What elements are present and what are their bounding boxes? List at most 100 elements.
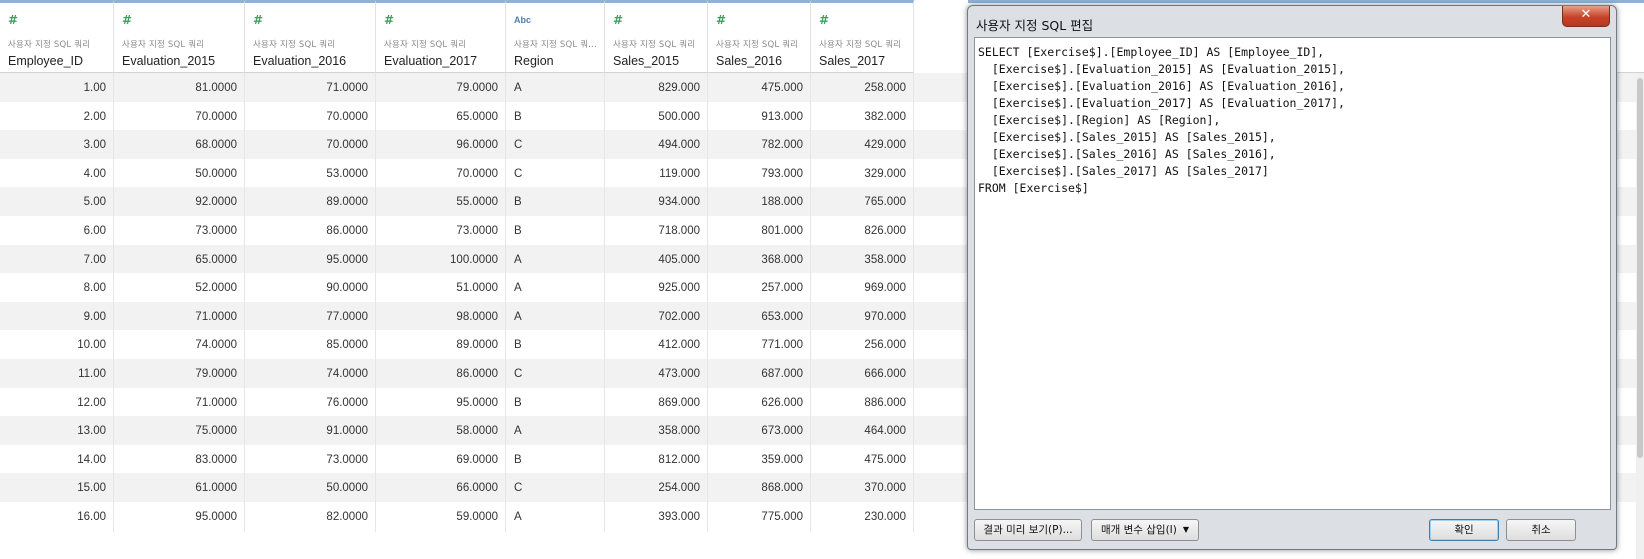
table-cell: 69.0000 [376,444,506,475]
string-type-icon[interactable]: Abc [514,14,531,26]
table-cell: 771.000 [708,330,811,361]
table-cell: 65.0000 [114,244,245,275]
table-cell: 75.0000 [114,416,245,447]
column-header[interactable]: # 사용자 지정 SQL 쿼리 Sales_2016 [708,0,811,73]
table-cell: 68.0000 [114,130,245,161]
table-cell: 4.00 [0,158,114,189]
table-cell: 77.0000 [245,301,376,332]
number-type-icon[interactable]: # [819,14,829,26]
sql-line: [Exercise$].[Region] AS [Region], [978,113,1221,127]
table-cell: 86.0000 [245,216,376,246]
table-cell: 82.0000 [245,502,376,532]
table-cell: 775.000 [708,502,811,532]
table-cell: 73.0000 [245,444,376,475]
column-name[interactable]: Sales_2017 [819,54,885,68]
sql-line: [Exercise$].[Evaluation_2016] AS [Evalua… [978,79,1345,93]
preview-results-button[interactable]: 결과 미리 보기(P)... [974,519,1082,541]
column-header[interactable]: # 사용자 지정 SQL 쿼리 Evaluation_2017 [376,0,506,73]
column-name[interactable]: Evaluation_2015 [122,54,215,68]
column-name[interactable]: Sales_2016 [716,54,782,68]
table-cell: 359.000 [708,444,811,475]
sql-line: [Exercise$].[Evaluation_2015] AS [Evalua… [978,62,1345,76]
table-cell: 70.0000 [245,101,376,132]
table-cell: 119.000 [605,158,708,189]
table-cell: B [506,101,605,132]
column-header[interactable]: # 사용자 지정 SQL 쿼리 Evaluation_2016 [245,0,376,73]
column-header[interactable]: # 사용자 지정 SQL 쿼리 Sales_2017 [811,0,914,73]
column-name[interactable]: Region [514,54,554,68]
table-cell: 50.0000 [245,473,376,504]
column-source-label: 사용자 지정 SQL 쿼리 [122,40,205,50]
column-header[interactable]: # 사용자 지정 SQL 쿼리 Evaluation_2015 [114,0,245,73]
table-cell: 15.00 [0,473,114,504]
number-type-icon[interactable]: # [122,14,132,26]
table-cell: 1.00 [0,73,114,103]
column-header[interactable]: Abc 사용자 지정 SQL 쿼... Region [506,0,605,73]
table-cell: 50.0000 [114,158,245,189]
sql-line: SELECT [Exercise$].[Employee_ID] AS [Emp… [978,45,1325,59]
edit-custom-sql-dialog: 사용자 지정 SQL 편집 ✕ SELECT [Exercise$].[Empl… [967,5,1617,550]
cancel-button[interactable]: 취소 [1506,519,1576,541]
table-cell: 53.0000 [245,158,376,189]
column-header[interactable]: # 사용자 지정 SQL 쿼리 Sales_2015 [605,0,708,73]
table-cell: 257.000 [708,273,811,304]
column-source-label: 사용자 지정 SQL 쿼리 [613,40,696,50]
ok-button[interactable]: 확인 [1429,519,1499,541]
table-cell: 92.0000 [114,187,245,218]
column-source-label: 사용자 지정 SQL 쿼리 [819,40,902,50]
sql-editor[interactable]: SELECT [Exercise$].[Employee_ID] AS [Emp… [974,37,1611,510]
number-type-icon[interactable]: # [384,14,394,26]
dialog-titlebar[interactable]: 사용자 지정 SQL 편집 ✕ [968,6,1616,36]
cancel-label: 취소 [1531,524,1551,536]
table-cell: 73.0000 [114,216,245,246]
table-cell: 98.0000 [376,301,506,332]
sql-line: [Exercise$].[Evaluation_2017] AS [Evalua… [978,96,1345,110]
table-cell: 653.000 [708,301,811,332]
table-cell: B [506,330,605,361]
table-cell: 913.000 [708,101,811,132]
column-name[interactable]: Sales_2015 [613,54,679,68]
table-cell: 12.00 [0,387,114,418]
table-cell: 85.0000 [245,330,376,361]
table-cell: 71.0000 [114,301,245,332]
table-cell: 7.00 [0,244,114,275]
table-cell: 14.00 [0,444,114,475]
table-cell: 73.0000 [376,216,506,246]
table-cell: 95.0000 [114,502,245,532]
vertical-scrollbar-thumb[interactable] [1637,78,1643,458]
table-cell: 51.0000 [376,273,506,304]
table-cell: 925.000 [605,273,708,304]
table-cell: 673.000 [708,416,811,447]
number-type-icon[interactable]: # [716,14,726,26]
column-name[interactable]: Evaluation_2017 [384,54,477,68]
table-cell: 494.000 [605,130,708,161]
table-cell: 59.0000 [376,502,506,532]
table-cell: A [506,301,605,332]
column-source-label: 사용자 지정 SQL 쿼리 [716,40,799,50]
number-type-icon[interactable]: # [8,14,18,26]
table-cell: 3.00 [0,130,114,161]
close-button[interactable]: ✕ [1562,6,1610,27]
table-cell: C [506,130,605,161]
table-cell: 79.0000 [114,359,245,389]
column-source-label: 사용자 지정 SQL 쿼리 [8,40,91,50]
sql-line: [Exercise$].[Sales_2017] AS [Sales_2017] [978,164,1269,178]
column-name[interactable]: Evaluation_2016 [253,54,346,68]
table-cell: 370.000 [811,473,914,504]
table-cell: 96.0000 [376,130,506,161]
table-cell: 188.000 [708,187,811,218]
table-cell: 934.000 [605,187,708,218]
table-cell: 793.000 [708,158,811,189]
number-type-icon[interactable]: # [253,14,263,26]
table-cell: 61.0000 [114,473,245,504]
table-cell: B [506,387,605,418]
table-cell: 412.000 [605,330,708,361]
insert-parameter-dropdown[interactable]: 매개 변수 삽입(I) ▼ [1091,519,1199,541]
column-header[interactable]: # 사용자 지정 SQL 쿼리 Employee_ID [0,0,114,73]
table-cell: 782.000 [708,130,811,161]
column-source-label: 사용자 지정 SQL 쿼리 [253,40,336,50]
column-name[interactable]: Employee_ID [8,54,83,68]
table-cell: 256.000 [811,330,914,361]
table-cell: 868.000 [708,473,811,504]
number-type-icon[interactable]: # [613,14,623,26]
